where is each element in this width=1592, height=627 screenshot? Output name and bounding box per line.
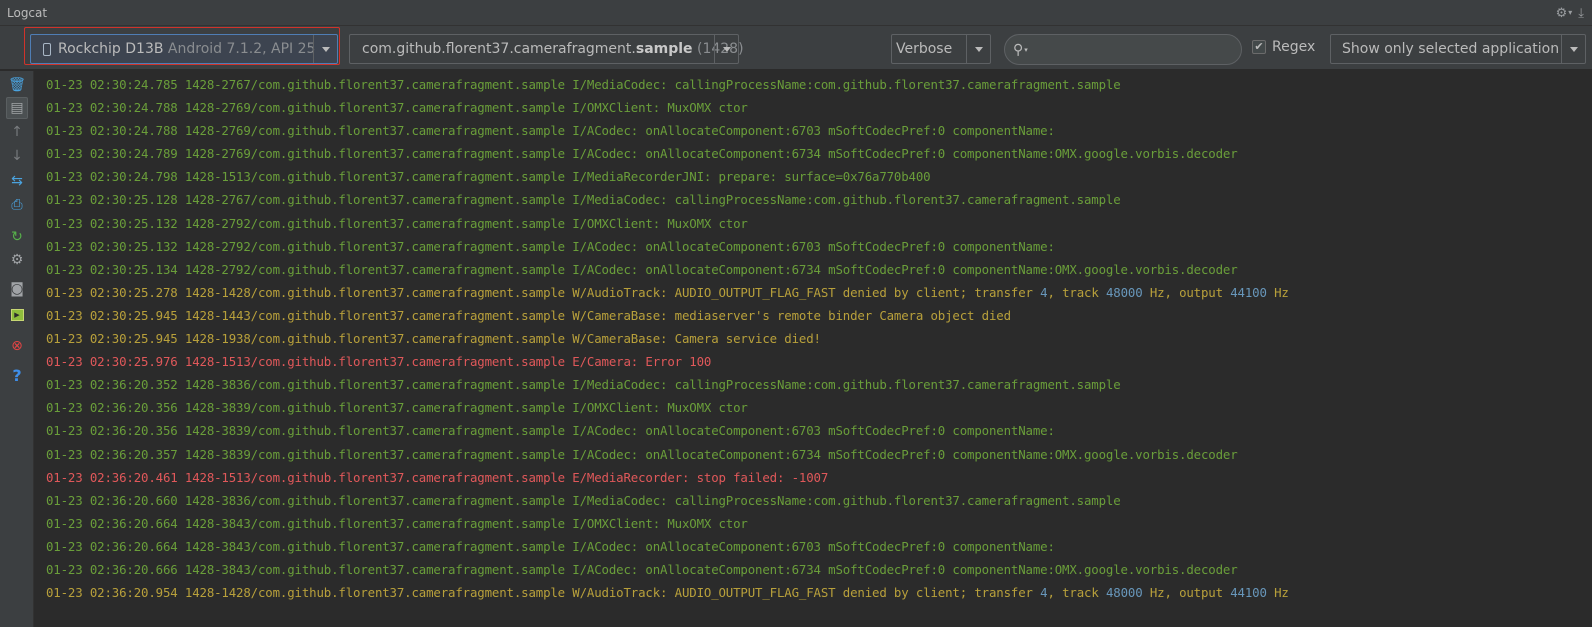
log-line: 01-23 02:30:25.128 1428-2767/com.github.… bbox=[46, 192, 1121, 208]
log-line: 01-23 02:36:20.461 1428-1513/com.github.… bbox=[46, 469, 829, 485]
log-line: 01-23 02:30:25.278 1428-1428/com.github.… bbox=[46, 284, 1289, 300]
screenshot-icon[interactable]: ◙ bbox=[6, 278, 28, 300]
log-level-selector[interactable]: Verbose bbox=[891, 34, 991, 64]
log-line: 01-23 02:30:24.788 1428-2769/com.github.… bbox=[46, 123, 1055, 139]
trash-icon[interactable]: 🗑 bbox=[6, 74, 28, 96]
filter-selector[interactable]: Show only selected application bbox=[1330, 34, 1586, 64]
log-line: 01-23 02:36:20.666 1428-3843/com.github.… bbox=[46, 561, 1238, 577]
gear-icon[interactable]: ⚙ bbox=[1556, 7, 1568, 20]
regex-checkbox[interactable]: ✔ bbox=[1252, 40, 1266, 54]
logcat-output[interactable]: 01-23 02:30:24.785 1428-2767/com.github.… bbox=[34, 71, 1592, 627]
log-line: 01-23 02:30:24.789 1428-2769/com.github.… bbox=[46, 146, 1238, 162]
app-process-selector[interactable]: com.github.florent37.camerafragment. samp… bbox=[349, 34, 744, 64]
filter-value: Show only selected application bbox=[1342, 41, 1560, 57]
app-package-prefix: com.github.florent37.camerafragment. bbox=[362, 41, 636, 57]
scroll-to-end-icon[interactable]: ▤ bbox=[6, 97, 28, 119]
print-icon[interactable]: ⎙ bbox=[6, 194, 28, 216]
search-icon[interactable]: ⚲ bbox=[1013, 42, 1023, 58]
log-line: 01-23 02:30:25.134 1428-2792/com.github.… bbox=[46, 261, 1238, 277]
log-line: 01-23 02:30:24.798 1428-1513/com.github.… bbox=[46, 169, 931, 185]
log-line: 01-23 02:36:20.357 1428-3839/com.github.… bbox=[46, 446, 1238, 462]
log-line: 01-23 02:30:25.945 1428-1443/com.github.… bbox=[46, 307, 1011, 323]
log-line: 01-23 02:30:25.945 1428-1938/com.github.… bbox=[46, 331, 821, 347]
search-input[interactable] bbox=[1033, 42, 1224, 57]
chevron-down-icon[interactable] bbox=[714, 35, 738, 63]
app-package-name: sample bbox=[635, 41, 693, 57]
pin-icon[interactable]: ⤓ bbox=[1578, 7, 1584, 20]
log-level-value: Verbose bbox=[896, 41, 953, 57]
regex-label: Regex bbox=[1272, 39, 1316, 55]
help-icon[interactable]: ? bbox=[6, 365, 28, 387]
log-line: 01-23 02:30:24.785 1428-2767/com.github.… bbox=[46, 77, 1121, 92]
log-line: 01-23 02:30:24.788 1428-2769/com.github.… bbox=[46, 100, 748, 116]
window-title: Logcat bbox=[7, 6, 48, 20]
chevron-down-icon[interactable] bbox=[1561, 35, 1585, 63]
logcat-side-toolbar: 🗑 ▤ ↑ ↓ ⇆ ⎙ ↻ ⚙ ◙ ▶ ⊗ ? bbox=[0, 71, 34, 627]
search-history-icon[interactable]: ▾ bbox=[1024, 46, 1028, 54]
terminate-icon[interactable]: ⊗ bbox=[6, 335, 28, 357]
log-line: 01-23 02:30:25.132 1428-2792/com.github.… bbox=[46, 215, 748, 231]
log-line: 01-23 02:36:20.356 1428-3839/com.github.… bbox=[46, 423, 1055, 439]
header-actions: ⚙ ▾ ⤓ bbox=[1556, 0, 1584, 26]
soft-wrap-icon[interactable]: ⇆ bbox=[6, 170, 28, 192]
log-line: 01-23 02:36:20.356 1428-3839/com.github.… bbox=[46, 400, 748, 416]
tool-window-header: Logcat ⚙ ▾ ⤓ bbox=[0, 0, 1592, 26]
log-line: 01-23 02:36:20.660 1428-3836/com.github.… bbox=[46, 492, 1121, 508]
log-line: 01-23 02:30:25.976 1428-1513/com.github.… bbox=[46, 354, 712, 370]
settings-icon[interactable]: ⚙ bbox=[6, 249, 28, 271]
log-line: 01-23 02:36:20.954 1428-1428/com.github.… bbox=[46, 585, 1289, 601]
screen-record-icon[interactable]: ▶ bbox=[6, 304, 28, 326]
regex-toggle[interactable]: ✔ Regex bbox=[1252, 39, 1315, 55]
restart-icon[interactable]: ↻ bbox=[6, 226, 28, 248]
log-line: 01-23 02:36:20.664 1428-3843/com.github.… bbox=[46, 515, 748, 531]
log-line: 01-23 02:30:25.132 1428-2792/com.github.… bbox=[46, 238, 1055, 254]
down-arrow-icon[interactable]: ↓ bbox=[6, 145, 28, 167]
device-selector-highlight bbox=[24, 27, 340, 65]
search-field[interactable]: ⚲ ▾ bbox=[1004, 34, 1242, 65]
log-line: 01-23 02:36:20.352 1428-3836/com.github.… bbox=[46, 377, 1121, 393]
gear-dropdown-icon[interactable]: ▾ bbox=[1568, 0, 1572, 26]
chevron-down-icon[interactable] bbox=[966, 35, 990, 63]
log-line: 01-23 02:36:20.664 1428-3843/com.github.… bbox=[46, 538, 1055, 554]
up-arrow-icon[interactable]: ↑ bbox=[6, 121, 28, 143]
